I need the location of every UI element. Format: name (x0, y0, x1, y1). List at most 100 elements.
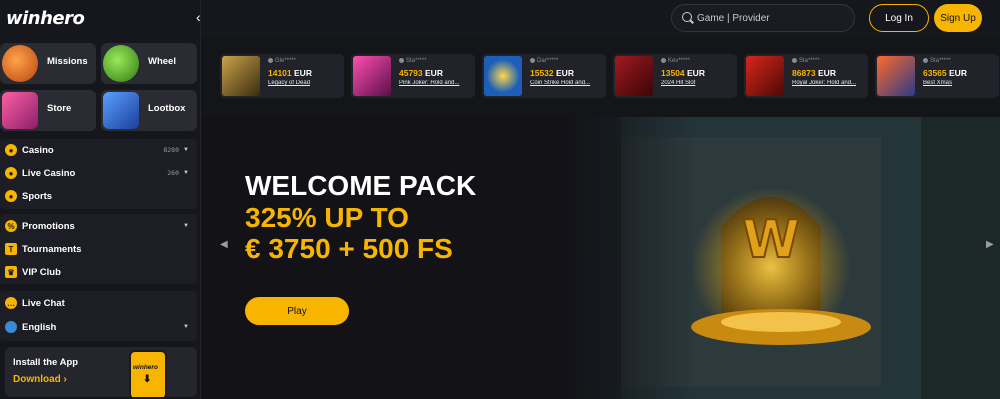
target-icon (2, 45, 38, 82)
download-link[interactable]: Download › (13, 374, 67, 385)
nav-group-games: ● Casino 8280 ▼ ● Live Casino 260 ▼ ● Sp… (0, 139, 197, 209)
login-button[interactable]: Log In (869, 4, 929, 32)
game-link[interactable]: 2024 Hit Slot (661, 80, 733, 86)
game-link[interactable]: Legacy of Dead (268, 80, 340, 86)
missions-tile[interactable]: Missions (0, 43, 96, 84)
sidebar: winhero Missions Wheel Store Lootbox ● C… (0, 0, 201, 399)
casino-icon: ● (5, 144, 17, 156)
download-arrow-icon: ⬇ (143, 374, 152, 385)
winner-name: Gle***** (268, 58, 296, 64)
lootbox-tile[interactable]: Lootbox (101, 90, 197, 131)
carousel-prev-icon[interactable]: ◀ (220, 239, 228, 250)
nav-item-live-chat[interactable]: … Live Chat (5, 294, 193, 312)
language-label: English (22, 321, 57, 333)
win-card[interactable]: Kev***** 13504 EUR 2024 Hit Slot (613, 54, 737, 98)
nav-vip-label: VIP Club (22, 266, 61, 278)
play-button[interactable]: Play (245, 297, 349, 325)
install-app-banner[interactable]: Install the App Download › winhero ⬇ (5, 347, 197, 397)
win-amount-value: 15532 (530, 68, 554, 78)
nav-casino-label: Casino (22, 144, 54, 156)
game-thumbnail (746, 56, 784, 96)
phone-icon: winhero ⬇ (129, 350, 167, 397)
nav-live-casino-label: Live Casino (22, 167, 76, 179)
wheel-label: Wheel (148, 56, 176, 67)
game-thumbnail (222, 56, 260, 96)
game-link[interactable]: Best Xmas (923, 80, 995, 86)
win-currency: EUR (687, 68, 705, 78)
hero-subtitle: 325% UP TO (245, 202, 409, 233)
game-thumbnail (877, 56, 915, 96)
hero-title: WELCOME PACK (245, 170, 477, 201)
collapse-sidebar-icon[interactable]: ‹ (196, 9, 201, 25)
winhero-logo[interactable]: winhero (6, 8, 85, 29)
lootbox-label: Lootbox (148, 103, 186, 114)
search-bar[interactable] (671, 4, 855, 32)
game-thumbnail (484, 56, 522, 96)
live-casino-icon: ● (5, 167, 17, 179)
win-card[interactable]: Gle***** 14101 EUR Legacy of Dead (220, 54, 344, 98)
win-amount-value: 13504 (661, 68, 685, 78)
game-link[interactable]: Pink Joker: Hold and... (399, 80, 471, 86)
recent-wins-strip: Gle***** 14101 EUR Legacy of Dead Sta***… (201, 37, 1000, 117)
nav-item-promotions[interactable]: % Promotions ▼ (5, 217, 193, 235)
win-card[interactable]: Sta***** 45793 EUR Pink Joker: Hold and.… (351, 54, 475, 98)
nav-item-sports[interactable]: ● Sports (5, 187, 193, 205)
win-amount-value: 45793 (399, 68, 423, 78)
winner-name: Sta***** (399, 58, 427, 64)
install-app-title: Install the App (13, 357, 79, 368)
win-amount: 13504 EUR (661, 68, 705, 78)
store-tile[interactable]: Store (0, 90, 96, 131)
carousel-next-icon[interactable]: ▶ (986, 239, 994, 250)
game-thumbnail (353, 56, 391, 96)
wheel-icon (103, 45, 139, 82)
phone-logo: winhero (133, 364, 158, 371)
signup-button[interactable]: Sign Up (934, 4, 982, 32)
winner-name: Dar***** (530, 58, 558, 64)
winner-name: Sta***** (792, 58, 820, 64)
search-input[interactable] (697, 11, 847, 25)
win-card[interactable]: Sta***** 63565 EUR Best Xmas (875, 54, 999, 98)
nav-sports-label: Sports (22, 190, 53, 202)
chevron-down-icon[interactable]: ▼ (183, 223, 189, 229)
missions-label: Missions (47, 56, 88, 67)
win-card[interactable]: Dar***** 15532 EUR Coin Strike Hold and.… (482, 54, 606, 98)
sports-ball-icon: ● (5, 190, 17, 202)
win-amount: 15532 EUR (530, 68, 574, 78)
game-link[interactable]: Coin Strike Hold and... (530, 80, 602, 86)
win-amount: 45793 EUR (399, 68, 443, 78)
chevron-down-icon[interactable]: ▼ (183, 324, 189, 330)
win-amount-value: 63565 (923, 68, 947, 78)
win-amount-value: 86873 (792, 68, 816, 78)
win-currency: EUR (818, 68, 836, 78)
language-selector[interactable]: English ▼ (5, 318, 193, 336)
crown-icon: ♛ (5, 266, 17, 278)
chest-icon (103, 92, 139, 129)
nav-group-promo: % Promotions ▼ T Tournaments ♛ VIP Club (0, 214, 197, 284)
game-thumbnail (615, 56, 653, 96)
store-icon (2, 92, 38, 129)
hero-banner[interactable]: W WELCOME PACK 325% UP TO € 3750 + 500 F… (201, 117, 1000, 399)
nav-item-tournaments[interactable]: T Tournaments (5, 240, 193, 258)
game-link[interactable]: Royal Joker: Hold and... (792, 80, 864, 86)
nav-item-live-casino[interactable]: ● Live Casino 260 ▼ (5, 164, 193, 182)
trophy-icon: T (5, 243, 17, 255)
casino-count: 8280 (163, 146, 179, 154)
win-amount: 14101 EUR (268, 68, 312, 78)
nav-item-vip[interactable]: ♛ VIP Club (5, 263, 193, 281)
chevron-down-icon[interactable]: ▼ (183, 170, 189, 176)
win-amount: 63565 EUR (923, 68, 967, 78)
win-amount: 86873 EUR (792, 68, 836, 78)
win-currency: EUR (949, 68, 967, 78)
globe-icon (5, 321, 17, 333)
nav-item-casino[interactable]: ● Casino 8280 ▼ (5, 141, 193, 159)
nav-group-support: … Live Chat English ▼ (0, 291, 197, 341)
nav-tournaments-label: Tournaments (22, 243, 82, 255)
hero-bonus-amount: € 3750 + 500 FS (245, 233, 453, 264)
chevron-down-icon[interactable]: ▼ (183, 147, 189, 153)
win-card[interactable]: Sta***** 86873 EUR Royal Joker: Hold and… (744, 54, 868, 98)
nav-promotions-label: Promotions (22, 220, 75, 232)
wheel-tile[interactable]: Wheel (101, 43, 197, 84)
win-currency: EUR (425, 68, 443, 78)
live-casino-count: 260 (167, 169, 179, 177)
winner-name: Sta***** (923, 58, 951, 64)
